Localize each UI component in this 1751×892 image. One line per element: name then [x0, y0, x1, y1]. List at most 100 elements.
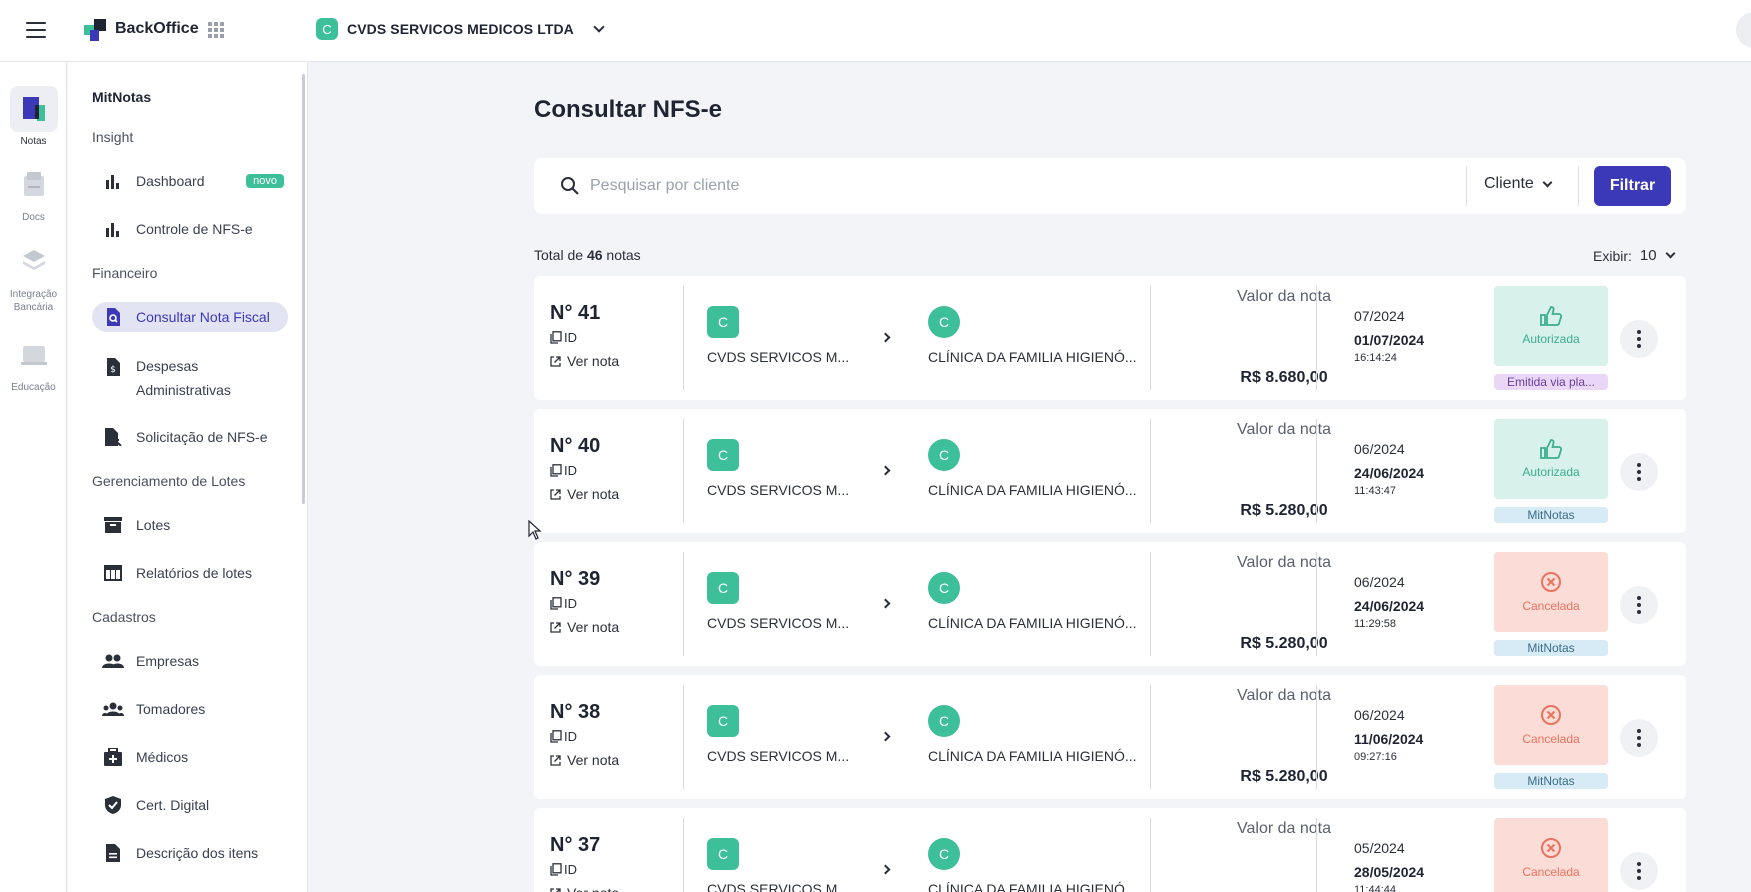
company-name: CVDS SERVICOS MEDICOS LTDA — [347, 21, 574, 37]
more-options-button[interactable] — [1620, 852, 1658, 890]
value-label: Valor da nota — [1237, 820, 1331, 837]
filter-field-dropdown[interactable]: Cliente — [1484, 175, 1553, 193]
sidebar-item-tomadores[interactable]: Tomadores — [92, 694, 288, 724]
sidebar-item-descricao[interactable]: Descrição dos itens — [92, 838, 288, 868]
copy-id-button[interactable]: ID — [550, 463, 577, 478]
id-label: ID — [564, 596, 577, 611]
divider — [1316, 818, 1317, 892]
user-avatar[interactable] — [1736, 12, 1751, 48]
more-options-button[interactable] — [1620, 586, 1658, 624]
cancel-circle-icon — [1541, 572, 1561, 592]
copy-id-button[interactable]: ID — [550, 729, 577, 744]
status-label: Cancelada — [1522, 599, 1580, 613]
cancel-circle-icon — [1541, 705, 1561, 725]
divider — [1150, 419, 1151, 523]
rail-item-integracao[interactable]: Integração Bancária — [0, 238, 67, 314]
section-cadastros: Cadastros — [92, 609, 156, 625]
page-size-selector[interactable]: Exibir: 10 — [1593, 247, 1676, 264]
apps-grid-icon[interactable] — [208, 22, 224, 38]
sidebar-item-controle[interactable]: Controle de NFS-e — [92, 214, 288, 244]
copy-id-button[interactable]: ID — [550, 862, 577, 877]
divider — [1150, 286, 1151, 390]
issue-time: 11:29:58 — [1354, 618, 1397, 630]
divider — [683, 419, 684, 523]
value-label: Valor da nota — [1237, 421, 1331, 438]
sidebar-item-medicos[interactable]: Médicos — [92, 742, 288, 772]
issue-time: 09:27:16 — [1354, 751, 1397, 763]
competence: 06/2024 — [1354, 707, 1405, 723]
issuer-name: CVDS SERVICOS M... — [707, 482, 850, 498]
view-note-link[interactable]: Ver nota — [550, 353, 619, 369]
issue-date: 11/06/2024 — [1354, 731, 1424, 747]
issue-time: 11:43:47 — [1354, 485, 1397, 497]
copy-icon — [550, 863, 562, 876]
recipient-avatar: C — [928, 838, 960, 870]
shield-check-icon — [102, 794, 124, 816]
archive-icon — [102, 514, 124, 536]
view-note-label: Ver nota — [567, 486, 620, 502]
rail-item-notas[interactable]: Notas — [0, 86, 67, 147]
view-note-link[interactable]: Ver nota — [550, 486, 619, 502]
competence: 07/2024 — [1354, 308, 1405, 324]
status-badge: Cancelada — [1494, 552, 1608, 632]
page-size-label: Exibir: — [1593, 247, 1632, 264]
sidebar-item-consultar[interactable]: Consultar Nota Fiscal — [92, 302, 288, 332]
sidebar-item-label: Cert. Digital — [136, 797, 210, 813]
education-icon — [10, 332, 58, 378]
more-options-button[interactable] — [1620, 453, 1658, 491]
value-label: Valor da nota — [1237, 288, 1331, 305]
sidebar-app-title: MitNotas — [92, 89, 152, 105]
sidebar-item-solicitacao[interactable]: Solicitação de NFS-e — [92, 422, 288, 452]
sidebar-item-dashboard[interactable]: Dashboard novo — [92, 166, 288, 196]
note-value: R$ 5.280,00 — [1240, 502, 1328, 519]
sidebar-item-label: Médicos — [136, 749, 189, 765]
filter-button[interactable]: Filtrar — [1594, 166, 1671, 206]
sidebar-item-empresas[interactable]: Empresas — [92, 646, 288, 676]
sidebar-item-cert[interactable]: Cert. Digital — [92, 790, 288, 820]
company-selector[interactable]: C CVDS SERVICOS MEDICOS LTDA — [316, 18, 605, 40]
bar-chart-icon — [102, 218, 124, 240]
sidebar-scrollbar[interactable] — [302, 74, 305, 504]
view-note-link[interactable]: Ver nota — [550, 885, 619, 892]
status-badge: Autorizada — [1494, 286, 1608, 366]
menu-icon[interactable] — [26, 22, 46, 38]
more-options-button[interactable] — [1620, 719, 1658, 757]
note-value: R$ 5.280,00 — [1240, 768, 1328, 785]
status-badge: Cancelada — [1494, 685, 1608, 765]
mouse-cursor-icon — [528, 520, 542, 540]
recipient-avatar: C — [928, 572, 960, 604]
sidebar-item-despesas[interactable]: $ Despesas Administrativas — [92, 354, 288, 406]
sidebar-item-label: Consultar Nota Fiscal — [136, 309, 270, 325]
divider — [683, 286, 684, 390]
total-prefix: Total de — [534, 247, 584, 263]
notes-icon — [9, 86, 58, 132]
app-rail: Notas Docs Integração Bancária Educação — [0, 62, 67, 892]
note-card[interactable]: N° 38 ID Ver nota C CVDS SERVICOS M... C… — [534, 675, 1686, 799]
search-input[interactable] — [590, 172, 1390, 200]
note-card[interactable]: N° 41 ID Ver nota C CVDS SERVICOS M... C… — [534, 276, 1686, 400]
sidebar-item-lotes[interactable]: Lotes — [92, 510, 288, 540]
view-note-link[interactable]: Ver nota — [550, 752, 619, 768]
recipient-name: CLÍNICA DA FAMILIA HIGIENÓ... — [928, 881, 1137, 892]
sidebar-item-relatorios[interactable]: Relatórios de lotes — [92, 558, 288, 588]
value-label: Valor da nota — [1237, 554, 1331, 571]
brand-name: BackOffice — [115, 20, 199, 37]
divider — [1316, 286, 1317, 390]
view-note-label: Ver nota — [567, 752, 620, 768]
rail-item-docs[interactable]: Docs — [0, 162, 67, 223]
copy-id-button[interactable]: ID — [550, 596, 577, 611]
rail-item-educacao[interactable]: Educação — [0, 332, 67, 393]
sidebar: MitNotas Insight Dashboard novo Controle… — [68, 62, 308, 892]
total-suffix: notas — [606, 247, 641, 263]
divider — [1466, 166, 1467, 206]
more-options-button[interactable] — [1620, 320, 1658, 358]
document-search-icon — [102, 306, 124, 328]
note-card[interactable]: N° 37 ID Ver nota C CVDS SERVICOS M... C… — [534, 808, 1686, 892]
section-lotes: Gerenciamento de Lotes — [92, 473, 246, 489]
copy-id-button[interactable]: ID — [550, 330, 577, 345]
chevron-right-icon — [880, 465, 891, 476]
view-note-link[interactable]: Ver nota — [550, 619, 619, 635]
status-label: Cancelada — [1522, 732, 1580, 746]
note-card[interactable]: N° 40 ID Ver nota C CVDS SERVICOS M... C… — [534, 409, 1686, 533]
note-card[interactable]: N° 39 ID Ver nota C CVDS SERVICOS M... C… — [534, 542, 1686, 666]
